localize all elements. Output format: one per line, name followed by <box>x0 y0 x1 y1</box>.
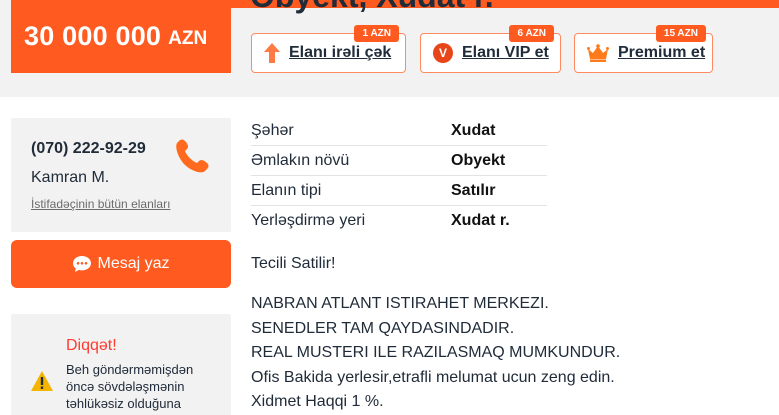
listing-page: Obyekt, Xudat r. 30 000 000 AZN Elanı ir… <box>0 0 779 415</box>
listing-description: Tecili Satilir! NABRAN ATLANT ISTIRAHET … <box>251 254 751 415</box>
vip-ad-price-badge: 6 AZN <box>509 25 554 42</box>
bump-ad-button[interactable]: Elanı irəli çək 1 AZN <box>251 25 406 73</box>
chat-bubble-icon <box>73 256 92 272</box>
property-row-ad-type: Elanın tipi Satılır <box>251 176 547 206</box>
property-value: Xudat <box>451 121 496 139</box>
property-label: Yerləşdirmə yeri <box>251 212 366 229</box>
property-row-location: Yerləşdirmə yeri Xudat r. <box>251 206 547 236</box>
description-line: REAL MUSTERI ILE RAZILASMAQ MUMKUNDUR. <box>251 344 621 361</box>
property-value: Satılır <box>451 181 496 199</box>
description-line: Xidmet Haqqi 1 %. <box>251 393 384 410</box>
property-row-city: Şəhər Xudat <box>251 116 547 146</box>
contact-card: (070) 222-92-29 Kamran M. İstifadəçinin … <box>11 118 231 232</box>
vip-ad-label: Elanı VIP et <box>462 44 549 61</box>
phone-icon[interactable] <box>174 136 212 174</box>
safety-warning-card: Diqqət! Beh göndərməmişdən öncə sövdələş… <box>11 314 231 415</box>
seller-name: Kamran M. <box>31 169 110 186</box>
vip-badge-icon: V <box>433 43 453 63</box>
property-value: Obyekt <box>451 151 506 169</box>
property-row-type: Əmlakın növü Obyekt <box>251 146 547 176</box>
bump-ad-price-badge: 1 AZN <box>354 25 399 42</box>
arrow-up-icon <box>264 43 280 63</box>
description-headline: Tecili Satilir! <box>251 255 336 272</box>
description-line: SENEDLER TAM QAYDASINDADIR. <box>251 319 515 337</box>
send-message-label: Mesaj yaz <box>97 255 170 272</box>
seller-all-ads-link[interactable]: İstifadəçinin bütün elanları <box>31 197 170 211</box>
bump-ad-label: Elanı irəli çək <box>289 44 392 61</box>
price-box: 30 000 000 AZN <box>11 0 231 73</box>
property-label: Şəhər <box>251 121 294 139</box>
description-line: NABRAN ATLANT ISTIRAHET MERKEZI. <box>251 295 549 312</box>
warning-line: öncə sövdələşmənin <box>66 379 185 394</box>
listing-title: Obyekt, Xudat r. <box>250 0 494 15</box>
premium-ad-label: Premium et <box>618 44 706 61</box>
property-table: Şəhər Xudat Əmlakın növü Obyekt Elanın t… <box>251 116 547 236</box>
vip-ad-button[interactable]: V Elanı VIP et 6 AZN <box>420 25 561 73</box>
warning-line: Beh göndərməmişdən <box>66 362 194 377</box>
warning-triangle-icon <box>31 371 53 391</box>
property-label: Elanın tipi <box>251 181 322 199</box>
property-value: Xudat r. <box>451 212 510 229</box>
description-line: Ofis Bakida yerlesir,etrafli melumat ucu… <box>251 368 615 386</box>
crown-icon <box>587 44 609 62</box>
warning-title: Diqqət! <box>66 337 117 354</box>
premium-ad-price-badge: 15 AZN <box>655 25 706 42</box>
price-value: 30 000 000 <box>24 21 162 51</box>
premium-ad-button[interactable]: Premium et 15 AZN <box>574 25 713 73</box>
warning-text: Beh göndərməmişdən öncə sövdələşmənin tə… <box>66 361 226 412</box>
warning-line: təhlükəsiz olduğuna <box>66 396 181 411</box>
property-label: Əmlakın növü <box>251 151 350 169</box>
price-currency: AZN <box>168 27 208 49</box>
send-message-button[interactable]: Mesaj yaz <box>11 240 231 288</box>
phone-number[interactable]: (070) 222-92-29 <box>31 140 146 158</box>
